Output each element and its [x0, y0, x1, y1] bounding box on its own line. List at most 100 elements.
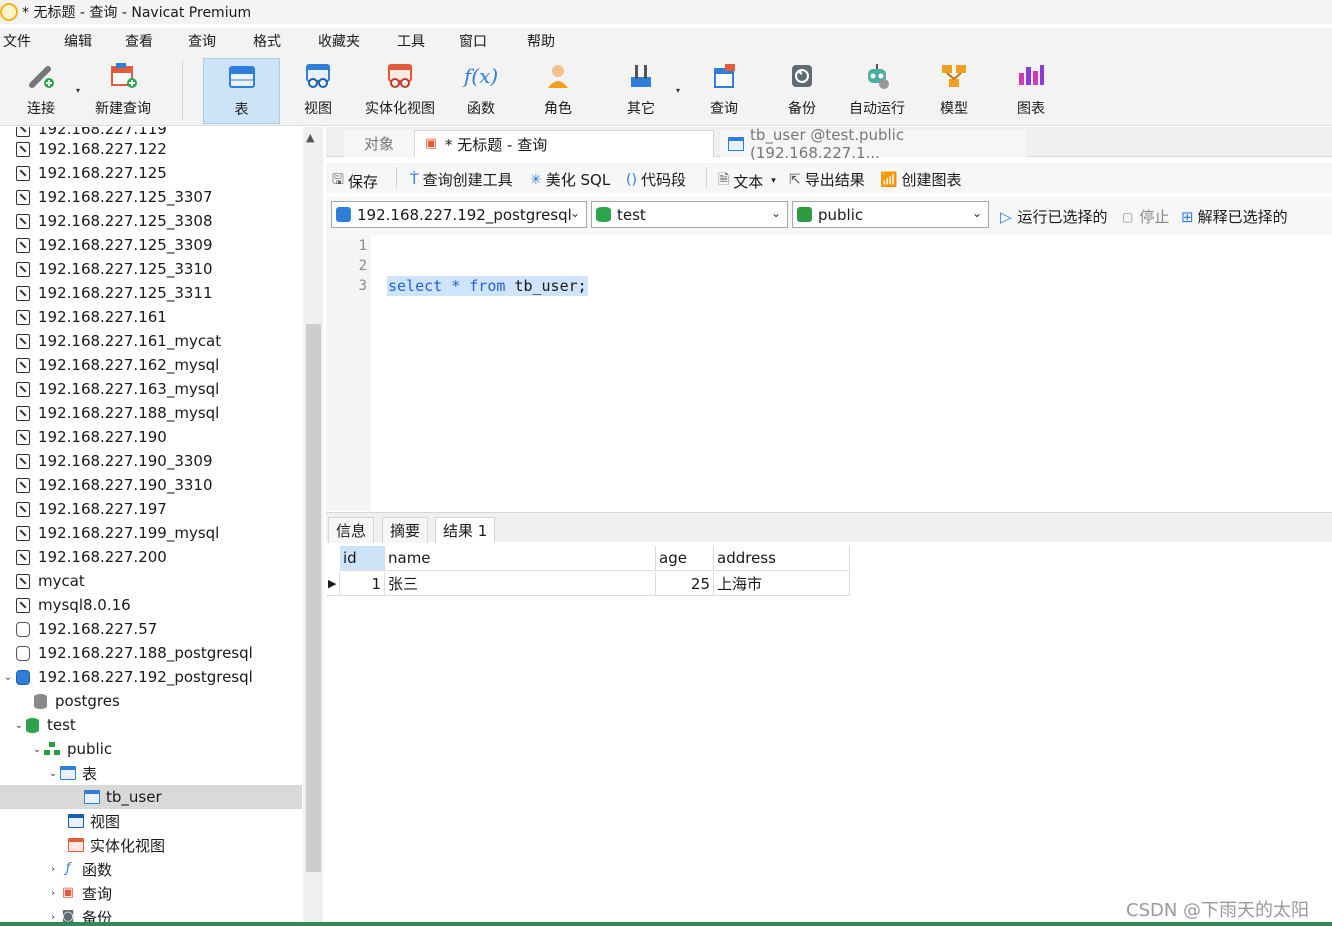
save-button[interactable]: 🖫 保存: [332, 169, 378, 193]
tab-summary[interactable]: 摘要: [382, 517, 429, 543]
tree-table-item[interactable]: tb_user: [0, 785, 302, 809]
tree-functions-node[interactable]: › ƒ 函数: [0, 857, 302, 881]
chevron-down-icon[interactable]: ⌄: [30, 744, 44, 755]
menu-tools[interactable]: 工具: [397, 31, 425, 51]
column-header-id[interactable]: id: [340, 546, 385, 571]
tab-info[interactable]: 信息: [328, 517, 375, 543]
tree-backups-node[interactable]: › ◙ 备份: [0, 905, 302, 924]
tree-connection-item[interactable]: 192.168.227.161_mycat: [0, 329, 302, 353]
table-button[interactable]: 表: [203, 58, 280, 124]
tree-connection-item[interactable]: 192.168.227.163_mysql: [0, 377, 302, 401]
tree-connection-item[interactable]: ⌄ 192.168.227.192_postgresql: [0, 665, 302, 689]
beautify-sql-button[interactable]: ✳ 美化 SQL: [530, 169, 610, 190]
chevron-down-icon[interactable]: ⌄: [12, 720, 26, 731]
tree-connection-item[interactable]: 192.168.227.200: [0, 545, 302, 569]
connect-dropdown-icon[interactable]: ▾: [76, 86, 80, 95]
menu-view[interactable]: 查看: [125, 31, 153, 51]
tree-connection-item[interactable]: 192.168.227.125_3311: [0, 281, 302, 305]
view-button[interactable]: 视图: [298, 58, 338, 124]
column-header-age[interactable]: age: [656, 546, 714, 571]
tree-queries-node[interactable]: › ▣ 查询: [0, 881, 302, 905]
chevron-right-icon[interactable]: ›: [46, 912, 60, 923]
text-mode-button[interactable]: 🗎 文本 ▾: [718, 169, 776, 193]
chevron-right-icon[interactable]: ›: [46, 888, 60, 899]
role-button[interactable]: 角色: [538, 58, 578, 124]
tree-connection-item[interactable]: 192.168.227.125_3308: [0, 209, 302, 233]
menu-query[interactable]: 查询: [188, 31, 216, 51]
sql-editor[interactable]: 1 2 3 select * from tb_user;: [326, 235, 1332, 511]
connect-button[interactable]: 连接: [20, 58, 62, 124]
sql-code-line[interactable]: select * from tb_user;: [387, 276, 588, 296]
tree-connection-item[interactable]: 192.168.227.125_3310: [0, 257, 302, 281]
chevron-down-icon[interactable]: ⌄: [46, 768, 60, 779]
model-button[interactable]: 模型: [934, 58, 974, 124]
tree-schema-item[interactable]: ⌄ public: [0, 737, 302, 761]
connection-select[interactable]: 192.168.227.192_postgresql ⌄: [331, 201, 587, 228]
function-button[interactable]: f(x) 函数: [460, 58, 502, 124]
tree-connection-item[interactable]: 192.168.227.125: [0, 161, 302, 185]
tree-database-item[interactable]: ⌄ test: [0, 713, 302, 737]
tree-connection-item[interactable]: 192.168.227.190_3309: [0, 449, 302, 473]
column-header-address[interactable]: address: [714, 546, 850, 571]
tree-mviews-node[interactable]: 实体化视图: [0, 833, 302, 857]
text-dropdown-icon[interactable]: ▾: [771, 176, 776, 186]
auto-run-button[interactable]: 自动运行: [846, 58, 908, 124]
tree-connection-item[interactable]: 192.168.227.125_3309: [0, 233, 302, 257]
code-snippet-button[interactable]: () 代码段: [626, 169, 686, 190]
cell-age[interactable]: 25: [656, 572, 714, 596]
connection-tree[interactable]: 192.168.227.119 192.168.227.122 192.168.2…: [0, 127, 303, 923]
tree-connection-item[interactable]: 192.168.227.188_mysql: [0, 401, 302, 425]
menu-format[interactable]: 格式: [253, 31, 281, 51]
tree-connection-item[interactable]: 192.168.227.122: [0, 137, 302, 161]
menu-file[interactable]: 文件: [3, 31, 31, 51]
result-grid[interactable]: id name age address ▶ 1 张三 25 上海市: [326, 546, 1332, 922]
run-selected-button[interactable]: ▷ 运行已选择的: [1000, 206, 1108, 227]
tree-connection-item[interactable]: mycat: [0, 569, 302, 593]
tree-connection-item[interactable]: 192.168.227.197: [0, 497, 302, 521]
connect-label: 连接: [27, 101, 55, 117]
chart-button[interactable]: 图表: [1011, 58, 1051, 124]
sidebar-scrollbar[interactable]: ▲: [303, 127, 323, 923]
other-button[interactable]: 其它: [620, 58, 662, 124]
explain-selected-button[interactable]: ⊞ 解释已选择的: [1181, 206, 1288, 227]
tree-connection-item[interactable]: 192.168.227.190: [0, 425, 302, 449]
chevron-right-icon[interactable]: ›: [46, 864, 60, 875]
materialized-view-button[interactable]: 实体化视图: [360, 58, 440, 124]
tab-tb-user[interactable]: tb_user @test.public (192.168.227.1...: [720, 126, 1026, 162]
create-chart-button[interactable]: 📶 创建图表: [880, 169, 961, 190]
tree-connection-item[interactable]: 192.168.227.199_mysql: [0, 521, 302, 545]
tree-views-node[interactable]: 视图: [0, 809, 302, 833]
tree-connection-item[interactable]: 192.168.227.190_3310: [0, 473, 302, 497]
cell-id[interactable]: 1: [340, 572, 385, 596]
export-results-button[interactable]: ⇱ 导出结果: [789, 169, 865, 190]
tree-connection-item[interactable]: 192.168.227.188_postgresql: [0, 641, 302, 665]
chevron-down-icon[interactable]: ⌄: [0, 672, 16, 683]
tab-query[interactable]: ▣ * 无标题 - 查询: [414, 130, 714, 157]
column-header-name[interactable]: name: [385, 546, 656, 571]
cell-name[interactable]: 张三: [385, 572, 656, 596]
backup-button[interactable]: 备份: [782, 58, 822, 124]
schema-select[interactable]: public ⌄: [792, 201, 989, 228]
menu-window[interactable]: 窗口: [459, 31, 487, 51]
stop-button[interactable]: ▢ 停止: [1122, 206, 1169, 227]
tree-connection-item[interactable]: mysql8.0.16: [0, 593, 302, 617]
menu-help[interactable]: 帮助: [527, 31, 555, 51]
tab-result-1[interactable]: 结果 1: [435, 517, 496, 543]
tree-connection-item[interactable]: 192.168.227.162_mysql: [0, 353, 302, 377]
other-dropdown-icon[interactable]: ▾: [676, 86, 680, 95]
tab-objects[interactable]: 对象: [344, 130, 414, 157]
tree-database-item[interactable]: postgres: [0, 689, 302, 713]
database-select[interactable]: test ⌄: [591, 201, 788, 228]
cell-address[interactable]: 上海市: [714, 572, 850, 596]
tree-connection-item[interactable]: 192.168.227.125_3307: [0, 185, 302, 209]
scroll-up-icon[interactable]: ▲: [306, 131, 314, 144]
scrollbar-thumb[interactable]: [306, 324, 321, 872]
query-button[interactable]: 查询: [704, 58, 744, 124]
menu-favorites[interactable]: 收藏夹: [318, 31, 360, 51]
new-query-button[interactable]: 新建查询: [92, 58, 154, 124]
tree-tables-node[interactable]: ⌄ 表: [0, 761, 302, 785]
query-builder-button[interactable]: Ṫ 查询创建工具: [410, 169, 513, 190]
tree-connection-item[interactable]: 192.168.227.161: [0, 305, 302, 329]
tree-connection-item[interactable]: 192.168.227.57: [0, 617, 302, 641]
menu-edit[interactable]: 编辑: [64, 31, 92, 51]
